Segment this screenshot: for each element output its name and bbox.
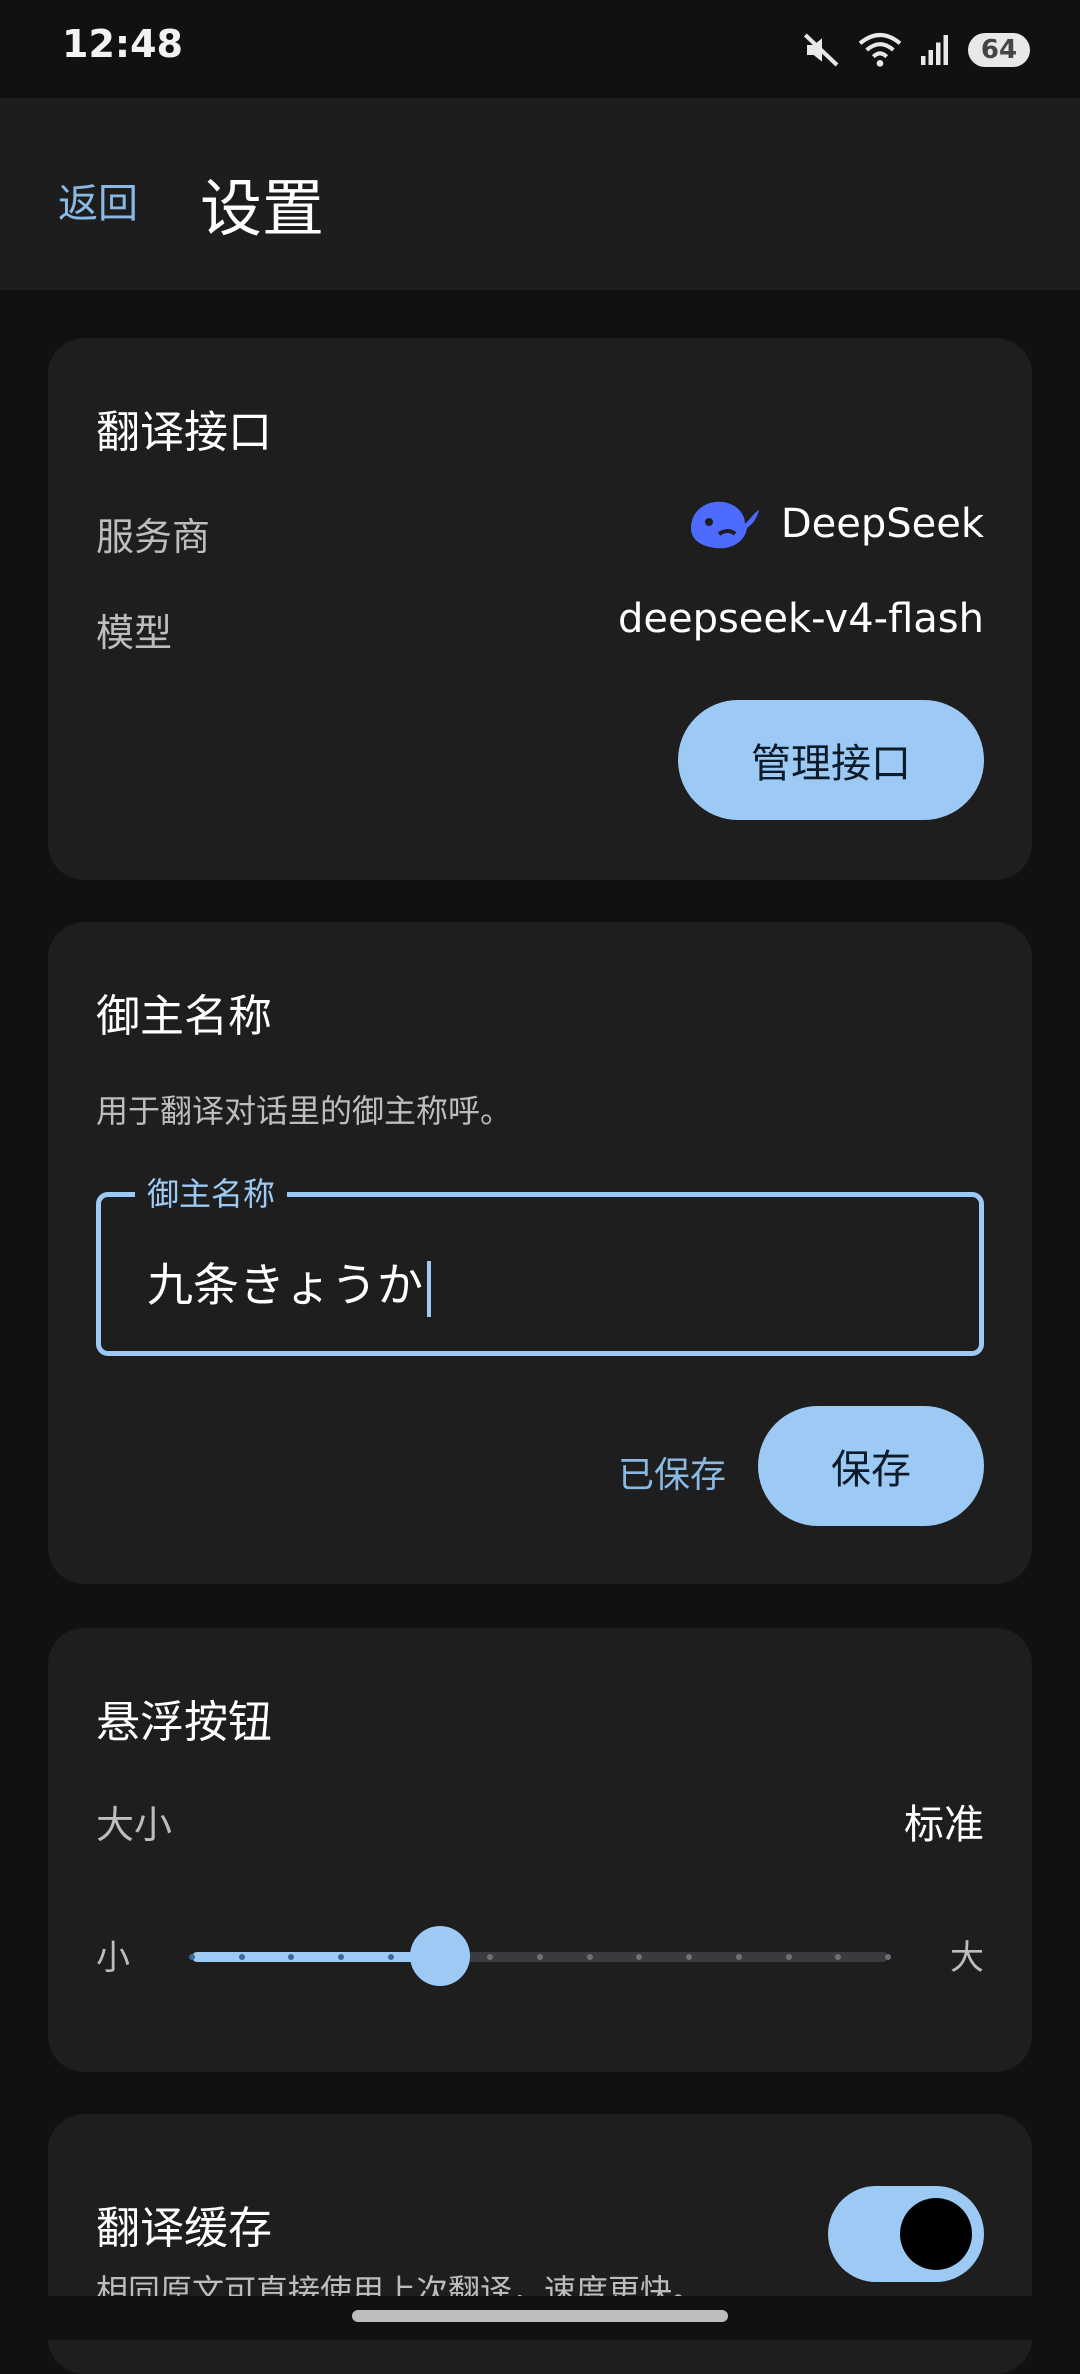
model-label: 模型 — [96, 611, 173, 655]
card-title: 翻译接口 — [96, 407, 272, 458]
model-value: deepseek-v4-flash — [617, 596, 984, 642]
slider-step-dot — [586, 1954, 593, 1960]
field-label: 御主名称 — [135, 1169, 288, 1215]
card-title: 翻译缓存 — [96, 2203, 272, 2254]
size-value: 标准 — [904, 1802, 984, 1848]
slider-step-dot — [735, 1954, 742, 1960]
master-name-description: 用于翻译对话里的御主称呼。 — [96, 1092, 513, 1130]
back-button[interactable]: 返回 — [58, 171, 138, 229]
slider-fill — [192, 1952, 441, 1962]
field-value-wrap: 九条きょうか — [147, 1249, 431, 1317]
slider-step-dot — [785, 1954, 792, 1960]
slider-min-label: 小 — [96, 1938, 130, 1978]
size-label: 大小 — [96, 1803, 173, 1847]
master-name-card: 御主名称 用于翻译对话里的御主称呼。 御主名称 九条きょうか 已保存 保存 — [48, 922, 1032, 1584]
manage-api-button[interactable]: 管理接口 — [678, 700, 984, 820]
slider-step-dot — [238, 1954, 245, 1960]
text-caret — [427, 1260, 431, 1317]
master-name-input[interactable]: 九条きょうか — [147, 1258, 423, 1312]
card-title: 御主名称 — [96, 991, 272, 1042]
status-bar: 12:48 64 — [0, 0, 1080, 98]
slider-step-dot — [885, 1954, 891, 1960]
signal-icon — [921, 35, 948, 65]
provider-value: DeepSeek — [780, 501, 984, 547]
wifi-icon — [858, 33, 902, 67]
slider-step-dot — [387, 1954, 394, 1960]
battery-icon: 64 — [968, 33, 1030, 67]
slider-step-dot — [189, 1954, 195, 1960]
status-icons: 64 — [802, 28, 1030, 72]
deepseek-whale-icon — [690, 501, 759, 549]
size-slider[interactable] — [189, 1926, 891, 1986]
toggle-knob — [900, 2198, 972, 2270]
provider-value-row: DeepSeek — [685, 494, 984, 554]
home-indicator[interactable] — [352, 2310, 728, 2322]
mute-icon — [803, 33, 839, 67]
slider-step-dot — [487, 1954, 494, 1960]
cache-toggle[interactable] — [828, 2186, 984, 2282]
slider-max-label: 大 — [950, 1938, 984, 1978]
slider-step-dot — [835, 1954, 842, 1960]
slider-step-dot — [686, 1954, 693, 1960]
floating-button-card: 悬浮按钮 大小 标准 小 大 — [48, 1628, 1032, 2072]
card-title: 悬浮按钮 — [96, 1697, 272, 1748]
translate-api-card: 翻译接口 服务商 DeepSeek 模型 deepseek-v4-flash 管… — [48, 338, 1032, 880]
slider-step-dot — [537, 1954, 543, 1960]
provider-label: 服务商 — [96, 515, 211, 559]
save-button[interactable]: 保存 — [758, 1406, 984, 1526]
status-time: 12:48 — [62, 22, 183, 66]
app-bar: 返回 设置 — [0, 98, 1080, 290]
slider-step-dot — [636, 1954, 643, 1960]
page-title: 设置 — [200, 172, 325, 245]
slider-thumb[interactable] — [410, 1926, 471, 1986]
saved-status: 已保存 — [618, 1455, 727, 1496]
master-name-field[interactable]: 御主名称 九条きょうか — [96, 1169, 984, 1356]
